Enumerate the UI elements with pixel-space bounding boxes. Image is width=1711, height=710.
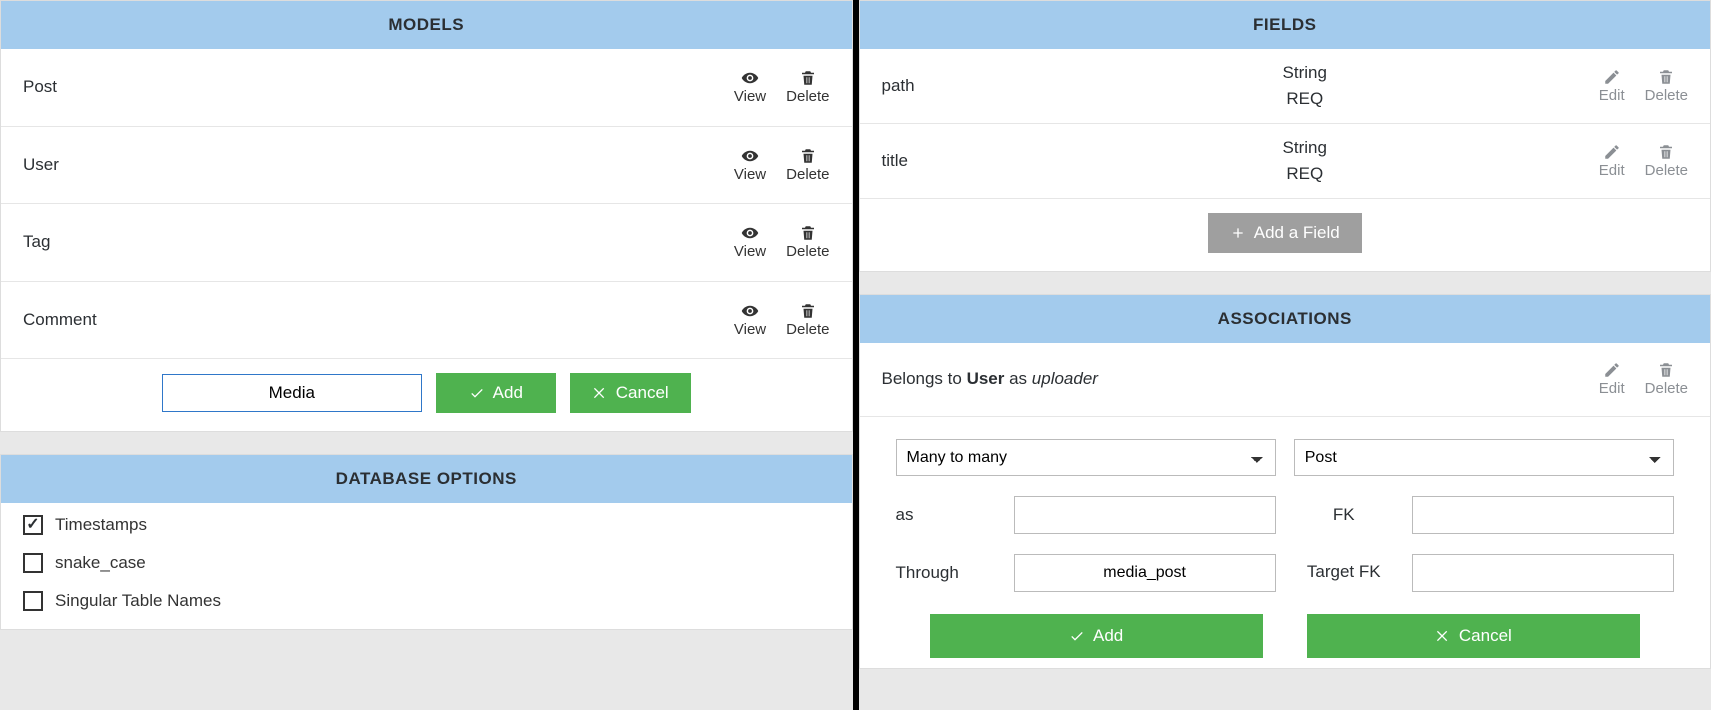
trash-icon <box>799 302 817 320</box>
association-description: Belongs to User as uploader <box>882 369 1599 389</box>
model-view-button[interactable]: View <box>734 69 766 106</box>
model-name: User <box>23 155 734 175</box>
model-delete-button[interactable]: Delete <box>786 147 829 184</box>
trash-icon <box>799 147 817 165</box>
db-options-panel: DATABASE OPTIONS Timestamps snake_case S… <box>0 454 853 630</box>
timestamps-label: Timestamps <box>55 515 147 535</box>
field-meta: String REQ <box>1062 63 1549 109</box>
model-name: Tag <box>23 232 734 252</box>
models-panel: MODELS PostViewDeleteUserViewDeleteTagVi… <box>0 0 853 432</box>
checkbox-icon <box>23 553 43 573</box>
checkbox-icon <box>23 591 43 611</box>
close-icon <box>592 385 608 401</box>
singular-label: Singular Table Names <box>55 591 221 611</box>
model-row: TagView Delete <box>1 204 852 282</box>
as-label: as <box>896 505 996 525</box>
targetfk-label: Target FK <box>1294 562 1394 582</box>
eye-icon <box>741 224 759 242</box>
singular-checkbox[interactable]: Singular Table Names <box>23 591 830 611</box>
association-add-button[interactable]: Add <box>930 614 1263 658</box>
fk-label: FK <box>1294 505 1394 525</box>
model-view-button[interactable]: View <box>734 224 766 261</box>
edit-icon <box>1603 68 1621 86</box>
model-cancel-button[interactable]: Cancel <box>570 373 691 413</box>
field-row: path String REQ Edit Delete <box>860 49 1711 124</box>
field-row: title String REQ Edit Delete <box>860 124 1711 199</box>
fk-input[interactable] <box>1412 496 1674 534</box>
associations-heading: ASSOCIATIONS <box>860 295 1711 343</box>
model-cancel-label: Cancel <box>616 383 669 403</box>
edit-icon <box>1603 361 1621 379</box>
fields-heading: FIELDS <box>860 1 1711 49</box>
model-delete-button[interactable]: Delete <box>786 302 829 339</box>
field-type: String <box>1283 63 1327 83</box>
model-view-button[interactable]: View <box>734 147 766 184</box>
relation-target-select[interactable]: Post <box>1294 439 1674 476</box>
eye-icon <box>741 302 759 320</box>
edit-icon <box>1603 143 1621 161</box>
eye-icon <box>741 147 759 165</box>
model-delete-button[interactable]: Delete <box>786 224 829 261</box>
checkbox-icon <box>23 515 43 535</box>
close-icon <box>1435 628 1451 644</box>
model-name-input[interactable] <box>162 374 422 412</box>
snakecase-checkbox[interactable]: snake_case <box>23 553 830 573</box>
trash-icon <box>1657 361 1675 379</box>
association-cancel-button[interactable]: Cancel <box>1307 614 1640 658</box>
eye-icon <box>741 69 759 87</box>
field-required-badge: REQ <box>1286 164 1323 184</box>
association-delete-button[interactable]: Delete <box>1645 361 1688 398</box>
models-add-row: Add Cancel <box>1 359 852 431</box>
model-row: PostView Delete <box>1 49 852 127</box>
model-add-label: Add <box>493 383 523 403</box>
plus-icon <box>1230 225 1246 241</box>
model-name: Comment <box>23 310 734 330</box>
trash-icon <box>799 224 817 242</box>
add-field-label: Add a Field <box>1254 223 1340 243</box>
model-row: CommentView Delete <box>1 282 852 360</box>
model-view-button[interactable]: View <box>734 302 766 339</box>
targetfk-input[interactable] <box>1412 554 1674 592</box>
through-input[interactable] <box>1014 554 1276 592</box>
model-add-button[interactable]: Add <box>436 373 556 413</box>
model-row: UserView Delete <box>1 127 852 205</box>
models-heading: MODELS <box>1 1 852 49</box>
through-label: Through <box>896 563 996 583</box>
model-name: Post <box>23 77 734 97</box>
timestamps-checkbox[interactable]: Timestamps <box>23 515 830 535</box>
trash-icon <box>1657 68 1675 86</box>
add-field-button[interactable]: Add a Field <box>1208 213 1362 253</box>
as-input[interactable] <box>1014 496 1276 534</box>
field-name: path <box>882 76 1062 96</box>
field-edit-button[interactable]: Edit <box>1599 68 1625 105</box>
snakecase-label: snake_case <box>55 553 146 573</box>
field-type: String <box>1283 138 1327 158</box>
relation-type-select[interactable]: Many to many <box>896 439 1276 476</box>
check-icon <box>1069 628 1085 644</box>
field-delete-button[interactable]: Delete <box>1645 143 1688 180</box>
field-delete-button[interactable]: Delete <box>1645 68 1688 105</box>
association-edit-button[interactable]: Edit <box>1599 361 1625 398</box>
trash-icon <box>799 69 817 87</box>
association-form: Many to many Post as FK Through Target F… <box>860 417 1711 614</box>
fields-panel: FIELDS pathStringREQEditDeletetitleStrin… <box>859 0 1711 272</box>
associations-panel: ASSOCIATIONS Belongs to User as uploader… <box>859 294 1711 669</box>
field-meta: String REQ <box>1062 138 1549 184</box>
model-delete-button[interactable]: Delete <box>786 69 829 106</box>
field-required-badge: REQ <box>1286 89 1323 109</box>
field-edit-button[interactable]: Edit <box>1599 143 1625 180</box>
association-row: Belongs to User as uploader Edit Delete <box>860 343 1711 417</box>
db-options-heading: DATABASE OPTIONS <box>1 455 852 503</box>
trash-icon <box>1657 143 1675 161</box>
check-icon <box>469 385 485 401</box>
field-name: title <box>882 151 1062 171</box>
